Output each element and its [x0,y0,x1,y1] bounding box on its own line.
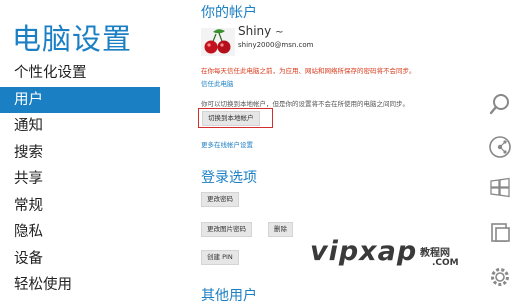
sidebar-item-users[interactable]: 用户 [0,86,160,113]
remove-picture-password-button[interactable]: 删除 [268,222,293,237]
cherry-picture [201,28,235,56]
sidebar-item-notifications[interactable]: 通知 [0,113,160,140]
sidebar: 电脑设置 个性化设置 用户 通知 搜索 共享 常规 隐私 设备 轻松使用 [0,0,160,305]
more-online-account-settings-link[interactable]: 更多在线帐户设置 [201,139,253,149]
search-icon[interactable] [488,92,512,116]
section-title-your-account: 你的帐户 [201,5,257,21]
sidebar-item-search[interactable]: 搜索 [0,140,160,167]
devices-icon[interactable] [488,220,512,244]
sidebar-item-share[interactable]: 共享 [0,166,160,193]
settings-icon[interactable] [488,265,512,289]
change-picture-password-button[interactable]: 更改图片密码 [201,222,252,237]
sync-warning: 在你每天信任此电脑之前，为应用、网站和网络所保存的密码将不会同步。 [201,67,416,75]
watermark-text: vipxap [310,236,418,267]
sidebar-item-privacy[interactable]: 隐私 [0,219,160,246]
create-pin-button[interactable]: 创建 PIN [201,250,239,265]
account-name: Shiny [238,24,272,38]
local-account-info: 你可以切换到本地帐户，但是你的设置将不会在所使用的电脑之间同步。 [201,100,409,108]
trust-pc-link[interactable]: 信任此电脑 [201,78,234,88]
charms-bar [480,0,520,305]
start-icon[interactable] [488,176,512,200]
sidebar-item-general[interactable]: 常规 [0,193,160,220]
section-title-other-users: 其他用户 [201,288,257,304]
account-email: shiny2000@msn.com [238,41,314,49]
sidebar-item-devices[interactable]: 设备 [0,246,160,273]
share-icon[interactable] [488,135,512,159]
sidebar-nav: 个性化设置 用户 通知 搜索 共享 常规 隐私 设备 轻松使用 [0,60,160,299]
account-name-line: Shiny ~ [238,24,283,38]
change-password-button[interactable]: 更改密码 [201,192,239,207]
app-title: 电脑设置 [12,22,133,56]
watermark-subtitle: 教程网 [420,248,450,259]
watermark-domain: .COM [432,258,459,268]
sidebar-item-ease-of-access[interactable]: 轻松使用 [0,272,160,299]
highlight-box [198,108,273,128]
account-dropdown-icon[interactable]: ~ [275,27,283,38]
sidebar-item-personalize[interactable]: 个性化设置 [0,60,160,87]
avatar [201,28,235,56]
section-title-signin-options: 登录选项 [201,170,257,186]
